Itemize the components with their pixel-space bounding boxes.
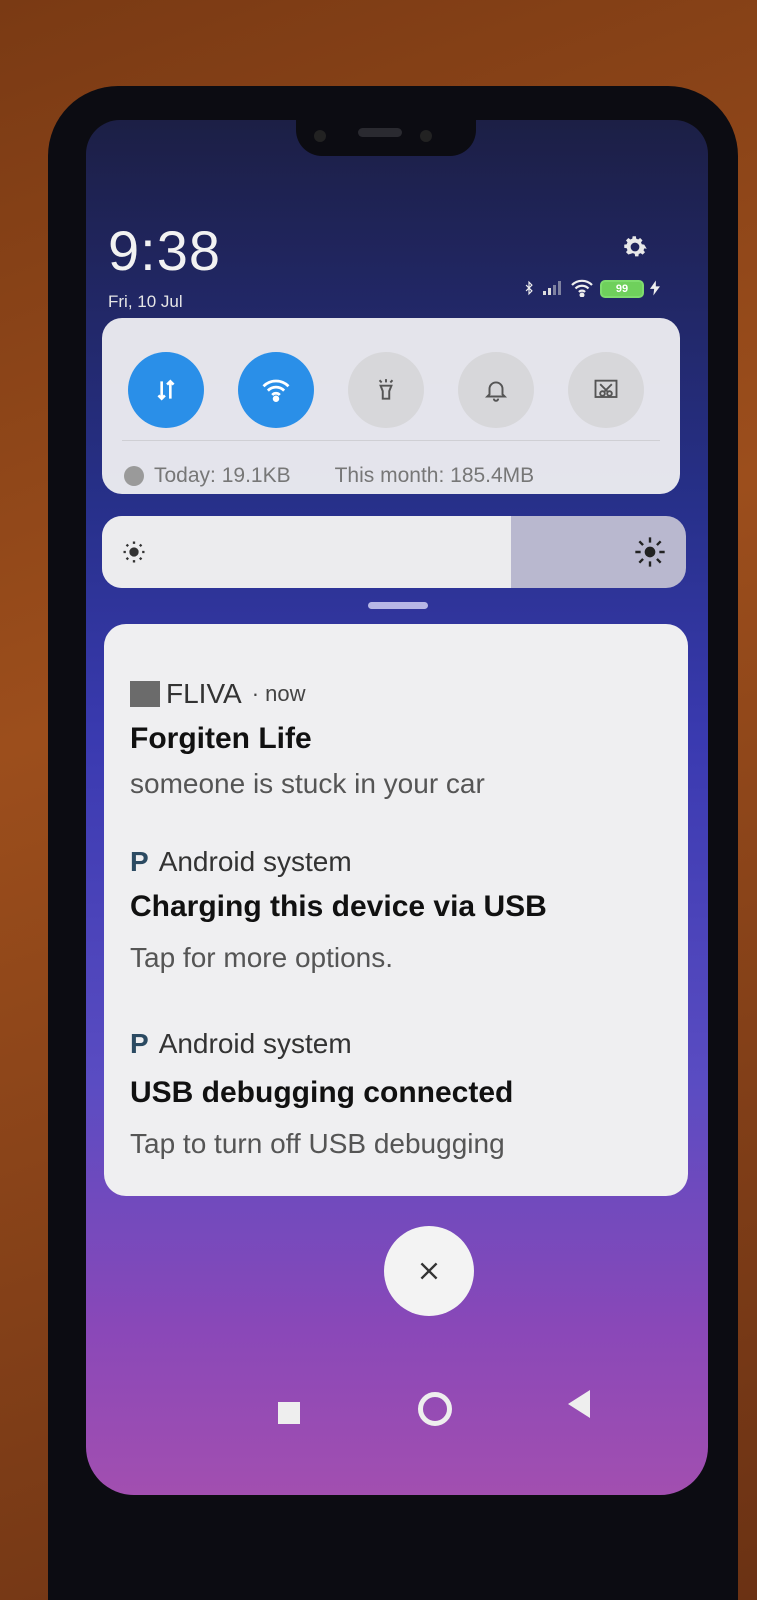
data-usage-icon [124,466,144,486]
data-usage-month: This month: 185.4MB [334,464,535,487]
notification-1-app: FLIVA [166,678,242,709]
scissors-icon [594,379,618,398]
notification-3-body[interactable]: Tap to turn off USB debugging [130,1128,505,1160]
navigation-bar [86,1370,708,1450]
front-camera-icon [420,130,432,142]
notification-1-time: · now [251,681,306,706]
battery-icon: 99 [600,280,644,298]
wifi-status-icon [570,279,594,300]
notification-card: FLIVA · now Forgiten Life someone is stu… [104,624,688,1196]
quick-settings-divider [122,440,660,441]
clock-time: 9:38 [108,219,221,282]
notification-3-header[interactable]: P Android system [130,1028,352,1060]
clock-date: Fri, 10 Jul [108,292,183,311]
bluetooth-icon [522,279,536,300]
notification-1-header[interactable]: FLIVA · now [130,678,306,710]
notification-3-app: Android system [158,1028,352,1059]
notification-2-title[interactable]: Charging this device via USB [130,890,547,924]
camera-notch [296,120,476,156]
speaker-grille [358,128,402,137]
notification-2-header[interactable]: P Android system [130,846,352,878]
flashlight-toggle[interactable] [348,352,424,428]
sound-toggle[interactable] [458,352,534,428]
shade-drag-handle[interactable] [368,602,428,609]
signal-icon [542,280,564,298]
bell-icon [484,381,508,402]
notification-shade: 9:38 Fri, 10 Jul 99 Today: 19.1KB This m… [86,120,708,1495]
recents-button[interactable] [278,1402,300,1424]
wifi-toggle[interactable] [238,352,314,428]
back-button[interactable] [568,1390,590,1418]
android-system-icon: P [130,1028,149,1059]
clear-all-button[interactable] [384,1226,474,1316]
wifi-icon [262,379,290,402]
notification-1-body[interactable]: someone is stuck in your car [130,768,485,800]
notification-2-app: Android system [158,846,352,877]
flashlight-icon [378,379,394,400]
screenshot-toggle[interactable] [568,352,644,428]
notification-2-body[interactable]: Tap for more options. [130,942,393,974]
quick-settings-panel: Today: 19.1KB This month: 185.4MB [102,318,680,494]
home-button[interactable] [418,1392,452,1426]
data-arrows-icon [157,379,175,401]
settings-gear-icon[interactable] [620,232,650,262]
brightness-low-icon [120,538,148,566]
data-usage-today: Today: 19.1KB [154,464,291,487]
notification-3-title[interactable]: USB debugging connected [130,1076,513,1110]
status-icons: 99 [522,278,660,300]
data-usage-row[interactable]: Today: 19.1KB This month: 185.4MB [124,464,534,488]
charging-bolt-icon [650,280,660,299]
brightness-high-icon [634,536,666,568]
brightness-fill [102,516,511,588]
sensor-icon [314,130,326,142]
fliva-app-icon [130,681,160,707]
android-system-icon: P [130,846,149,877]
notification-1-title[interactable]: Forgiten Life [130,722,312,756]
brightness-slider[interactable] [102,516,686,588]
mobile-data-toggle[interactable] [128,352,204,428]
close-icon [420,1262,438,1280]
